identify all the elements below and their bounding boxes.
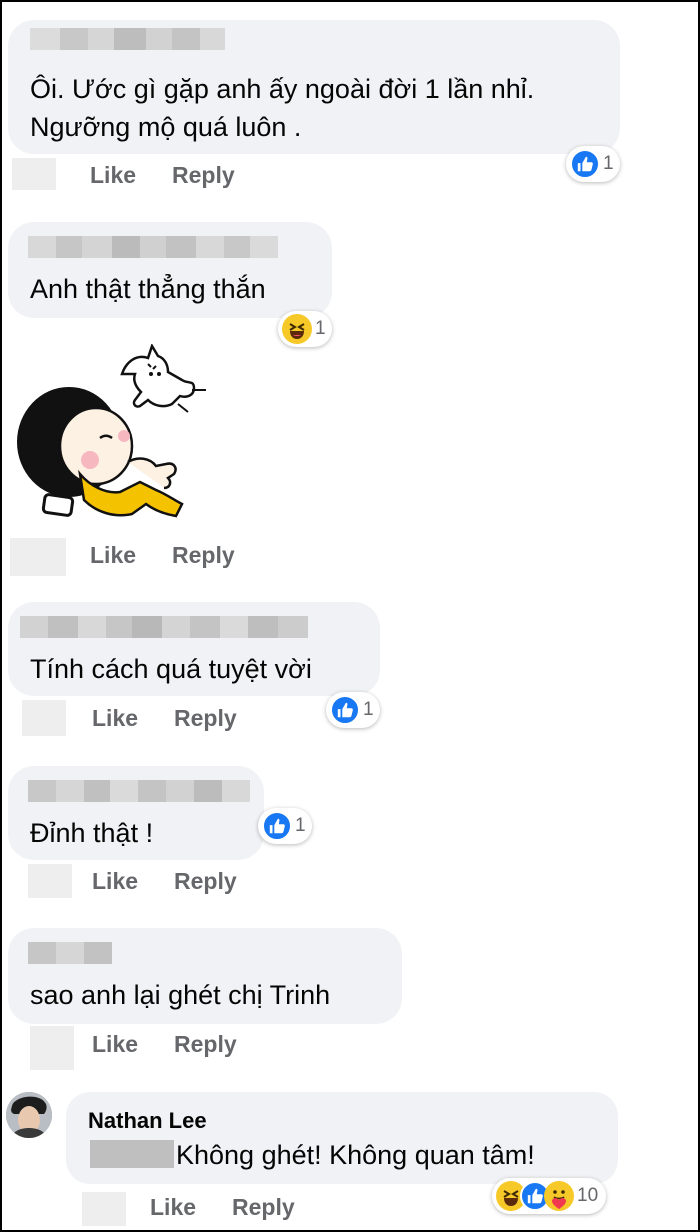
reaction-count: 1 bbox=[363, 699, 374, 720]
like-button[interactable]: Like bbox=[92, 868, 138, 895]
comment-author[interactable]: Nathan Lee bbox=[88, 1108, 207, 1134]
blurred-mention bbox=[90, 1140, 174, 1168]
comment-bubble: sao anh lại ghét chị Trinh bbox=[8, 928, 402, 1024]
blurred-author-name bbox=[20, 616, 308, 638]
haha-icon bbox=[282, 314, 312, 344]
reaction-count: 1 bbox=[295, 815, 306, 836]
sticker bbox=[14, 343, 224, 524]
reply-button[interactable]: Reply bbox=[172, 162, 235, 189]
comment-text: Không ghét! Không quan tâm! bbox=[176, 1140, 535, 1170]
reply-button[interactable]: Reply bbox=[174, 705, 237, 732]
comment-text: Ngưỡng mộ quá luôn . bbox=[30, 112, 302, 142]
reaction-summary[interactable]: 1 bbox=[278, 311, 332, 347]
reaction-summary[interactable]: 10 bbox=[492, 1178, 607, 1214]
like-button[interactable]: Like bbox=[92, 1031, 138, 1058]
blurred-author-name bbox=[30, 28, 225, 50]
reply-button[interactable]: Reply bbox=[174, 1031, 237, 1058]
reaction-summary[interactable]: 1 bbox=[326, 692, 380, 728]
like-icon bbox=[330, 695, 360, 725]
comment-bubble: Đỉnh thật ! bbox=[8, 766, 264, 860]
blurred-avatar bbox=[30, 1026, 74, 1070]
reaction-summary[interactable]: 1 bbox=[258, 808, 312, 844]
like-button[interactable]: Like bbox=[90, 542, 136, 569]
avatar[interactable] bbox=[6, 1092, 52, 1138]
reaction-summary[interactable]: 1 bbox=[566, 146, 620, 182]
like-button[interactable]: Like bbox=[90, 162, 136, 189]
blurred-author-name bbox=[28, 780, 250, 802]
care-icon bbox=[544, 1181, 574, 1211]
blurred-author-name bbox=[28, 236, 278, 258]
like-button[interactable]: Like bbox=[150, 1194, 196, 1221]
blurred-avatar bbox=[12, 158, 56, 190]
blurred-author-name bbox=[28, 942, 112, 964]
blurred-avatar bbox=[82, 1192, 126, 1226]
blurred-avatar bbox=[10, 538, 66, 576]
comment-text: Tính cách quá tuyệt vời bbox=[30, 654, 312, 684]
comment-bubble: Anh thật thẳng thắn bbox=[8, 222, 332, 318]
like-icon bbox=[262, 811, 292, 841]
reply-bubble: Nathan Lee Không ghét! Không quan tâm! bbox=[66, 1092, 618, 1184]
like-icon bbox=[570, 149, 600, 179]
reply-button[interactable]: Reply bbox=[232, 1194, 295, 1221]
comment-text: Đỉnh thật ! bbox=[30, 818, 154, 848]
blurred-avatar bbox=[22, 700, 66, 736]
comment-bubble: Ôi. Ước gì gặp anh ấy ngoài đời 1 lần nh… bbox=[8, 20, 620, 154]
blurred-avatar bbox=[28, 864, 72, 898]
cat-icon bbox=[120, 343, 206, 413]
comment-bubble: Tính cách quá tuyệt vời bbox=[8, 602, 380, 696]
reaction-count: 1 bbox=[315, 318, 326, 339]
comment-text: Ôi. Ước gì gặp anh ấy ngoài đời 1 lần nh… bbox=[30, 74, 535, 104]
reaction-count: 10 bbox=[577, 1185, 599, 1206]
like-button[interactable]: Like bbox=[92, 705, 138, 732]
comment-text: sao anh lại ghét chị Trinh bbox=[30, 980, 331, 1010]
reaction-count: 1 bbox=[603, 153, 614, 174]
reply-button[interactable]: Reply bbox=[172, 542, 235, 569]
reply-button[interactable]: Reply bbox=[174, 868, 237, 895]
comment-text: Anh thật thẳng thắn bbox=[30, 274, 266, 304]
